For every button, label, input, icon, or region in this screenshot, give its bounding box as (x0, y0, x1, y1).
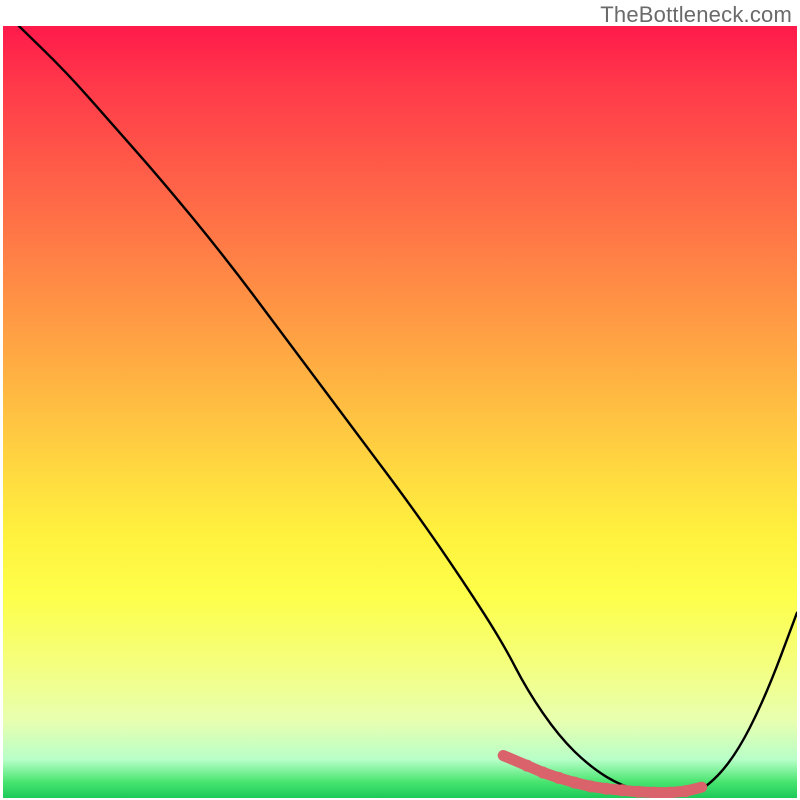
chart-stage: TheBottleneck.com (0, 0, 800, 800)
plot-gradient-background (3, 26, 797, 798)
watermark-label: TheBottleneck.com (600, 2, 792, 28)
